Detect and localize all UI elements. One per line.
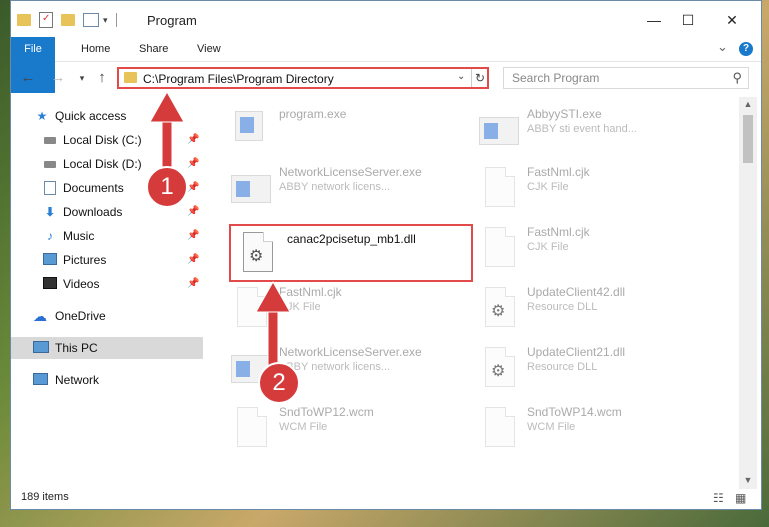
callout-badge-one: 1: [146, 166, 188, 208]
callout-arrows: [149, 90, 291, 373]
arrow-up-icon: [255, 280, 291, 373]
callout-badge-two: 2: [258, 362, 300, 404]
